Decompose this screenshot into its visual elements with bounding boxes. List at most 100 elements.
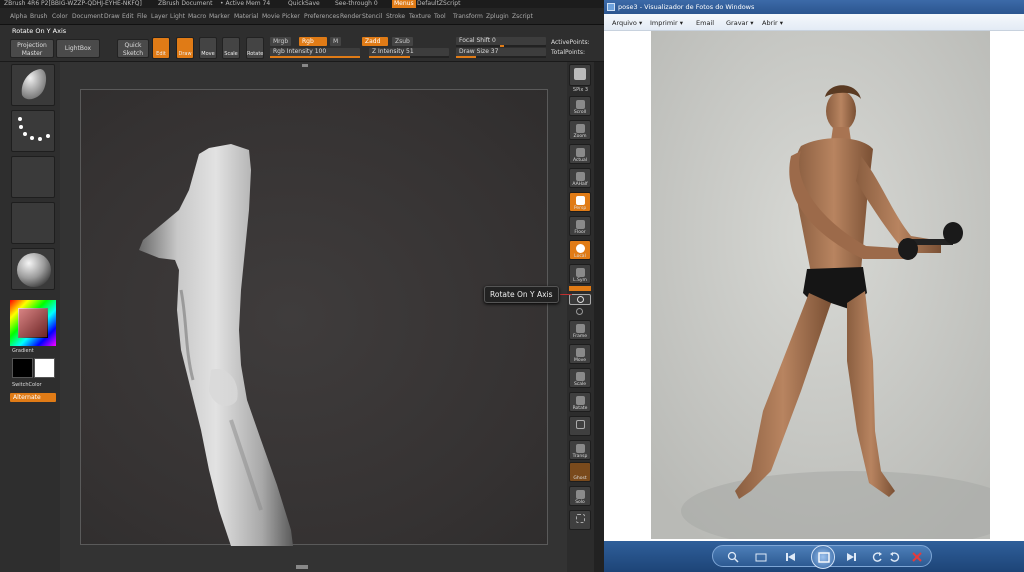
menu-stencil[interactable]: Stencil	[362, 13, 382, 20]
lsym-button[interactable]: L.Sym	[569, 264, 591, 284]
menu-gravar[interactable]: Gravar ▾	[726, 19, 754, 27]
menu-tool[interactable]: Tool	[434, 13, 446, 20]
m-toggle[interactable]: M	[330, 37, 342, 46]
canvas-top-handle-icon[interactable]	[302, 64, 308, 67]
quick-sketch-button[interactable]: Quick Sketch	[117, 39, 149, 58]
texture-thumbnail[interactable]	[11, 202, 55, 244]
edit-mode-button[interactable]: Edit	[152, 37, 170, 59]
persp-button[interactable]: Persp	[569, 192, 591, 212]
menu-material[interactable]: Material	[234, 13, 258, 20]
zoom-button[interactable]: Zoom	[569, 120, 591, 140]
menu-brush[interactable]: Brush	[30, 13, 47, 20]
menu-transform[interactable]: Transform	[453, 13, 483, 20]
color-picker[interactable]	[10, 300, 56, 346]
menu-texture[interactable]: Texture	[409, 13, 431, 20]
frame-button[interactable]: Frame	[569, 320, 591, 340]
menu-zscript[interactable]: Zscript	[512, 13, 533, 20]
floor-button[interactable]: Floor	[569, 216, 591, 236]
slideshow-play-button[interactable]	[811, 545, 835, 569]
delete-icon[interactable]	[911, 551, 923, 563]
zsub-toggle[interactable]: Zsub	[392, 37, 413, 46]
secondary-color-swatch[interactable]	[34, 358, 55, 378]
menu-movie[interactable]: Movie	[262, 13, 280, 20]
bpr-render-button[interactable]	[569, 64, 591, 86]
mrgb-toggle[interactable]: Mrgb	[270, 37, 292, 46]
menu-file[interactable]: File	[137, 13, 147, 20]
transp-icon	[576, 444, 585, 453]
canvas-bottom-handle-icon[interactable]	[296, 565, 308, 569]
aahalf-icon	[576, 172, 585, 181]
menu-preferences[interactable]: Preferences	[304, 13, 339, 20]
z-intensity-slider[interactable]: Z Intensity 51	[369, 48, 449, 58]
scroll-button[interactable]: Scroll	[569, 96, 591, 116]
gradient-label[interactable]: Gradient	[12, 348, 56, 354]
zbrush-right-scrollbar[interactable]	[594, 62, 604, 572]
draw-size-slider[interactable]: Draw Size 37	[456, 48, 546, 58]
menu-zplugin[interactable]: Zplugin	[486, 13, 509, 20]
clay-brush-icon	[21, 69, 47, 100]
menu-picker[interactable]: Picker	[282, 13, 300, 20]
rgb-intensity-slider[interactable]: Rgb Intensity 100	[270, 48, 360, 58]
rotate-left-icon[interactable]	[871, 551, 883, 563]
quicksave-button[interactable]: QuickSave	[288, 0, 320, 8]
menu-light[interactable]: Light	[170, 13, 185, 20]
xpose-button[interactable]	[569, 510, 591, 530]
menu-email[interactable]: Email	[696, 19, 714, 27]
scale-mode-button[interactable]: Scale	[222, 37, 240, 59]
switch-color-button[interactable]: SwitchColor	[12, 382, 56, 388]
alternate-button[interactable]: Alternate	[10, 393, 56, 402]
projection-master-button[interactable]: Projection Master	[10, 39, 54, 58]
ghost-button[interactable]: Ghost	[569, 462, 591, 482]
rotate-y-axis-button[interactable]	[569, 294, 591, 305]
next-icon[interactable]	[845, 551, 857, 563]
previous-icon[interactable]	[785, 551, 797, 563]
photo-display-area[interactable]	[604, 31, 1024, 541]
menu-marker[interactable]: Marker	[209, 13, 230, 20]
menu-layer[interactable]: Layer	[151, 13, 168, 20]
zadd-toggle[interactable]: Zadd	[362, 37, 388, 46]
zbrush-document-canvas[interactable]	[80, 89, 548, 546]
xyz-rotate-toggle[interactable]	[569, 286, 591, 291]
menu-arquivo[interactable]: Arquivo ▾	[612, 19, 642, 27]
default-zscript[interactable]: DefaultZScript	[417, 0, 460, 8]
alpha-thumbnail[interactable]	[11, 156, 55, 198]
brush-thumbnail[interactable]	[11, 64, 55, 106]
rotate-right-icon[interactable]	[889, 551, 901, 563]
spix-setting[interactable]: SPix 3	[568, 87, 593, 93]
menu-edit[interactable]: Edit	[122, 13, 134, 20]
material-thumbnail[interactable]	[11, 248, 55, 290]
menu-draw[interactable]: Draw	[104, 13, 120, 20]
solo-button[interactable]: Solo	[569, 486, 591, 506]
move-mode-button[interactable]: Move	[199, 37, 217, 59]
move-view-button[interactable]: Move	[569, 344, 591, 364]
actual-button[interactable]: Actual	[569, 144, 591, 164]
primary-color-swatch[interactable]	[12, 358, 33, 378]
menu-imprimir[interactable]: Imprimir ▾	[650, 19, 683, 27]
actual-size-icon[interactable]	[755, 551, 767, 563]
menu-abrir[interactable]: Abrir ▾	[762, 19, 783, 27]
menu-document[interactable]: Document	[72, 13, 103, 20]
polyframe-button[interactable]	[569, 416, 591, 436]
rotate-z-axis-button[interactable]	[569, 307, 591, 317]
rotate-view-button[interactable]: Rotate	[569, 392, 591, 412]
scroll-icon	[576, 100, 585, 109]
focal-shift-slider[interactable]: Focal Shift 0	[456, 37, 546, 47]
menu-stroke[interactable]: Stroke	[386, 13, 405, 20]
local-button[interactable]: Local	[569, 240, 591, 260]
menu-macro[interactable]: Macro	[188, 13, 206, 20]
menus-toggle[interactable]: Menus	[392, 0, 416, 8]
menu-render[interactable]: Render	[340, 13, 361, 20]
scale-view-button[interactable]: Scale	[569, 368, 591, 388]
transp-button[interactable]: Transp	[569, 440, 591, 460]
rotate-mode-button[interactable]: Rotate	[246, 37, 264, 59]
draw-mode-button[interactable]: Draw	[176, 37, 194, 59]
menu-alpha[interactable]: Alpha	[10, 13, 27, 20]
lightbox-button[interactable]: LightBox	[56, 39, 100, 58]
rgb-toggle[interactable]: Rgb	[299, 37, 327, 46]
stroke-thumbnail[interactable]	[11, 110, 55, 152]
menu-color[interactable]: Color	[52, 13, 68, 20]
aahalf-button[interactable]: AAHalf	[569, 168, 591, 188]
zoom-icon[interactable]	[727, 551, 739, 563]
actual-icon	[576, 148, 585, 157]
see-through-slider[interactable]: See-through 0	[335, 0, 378, 8]
